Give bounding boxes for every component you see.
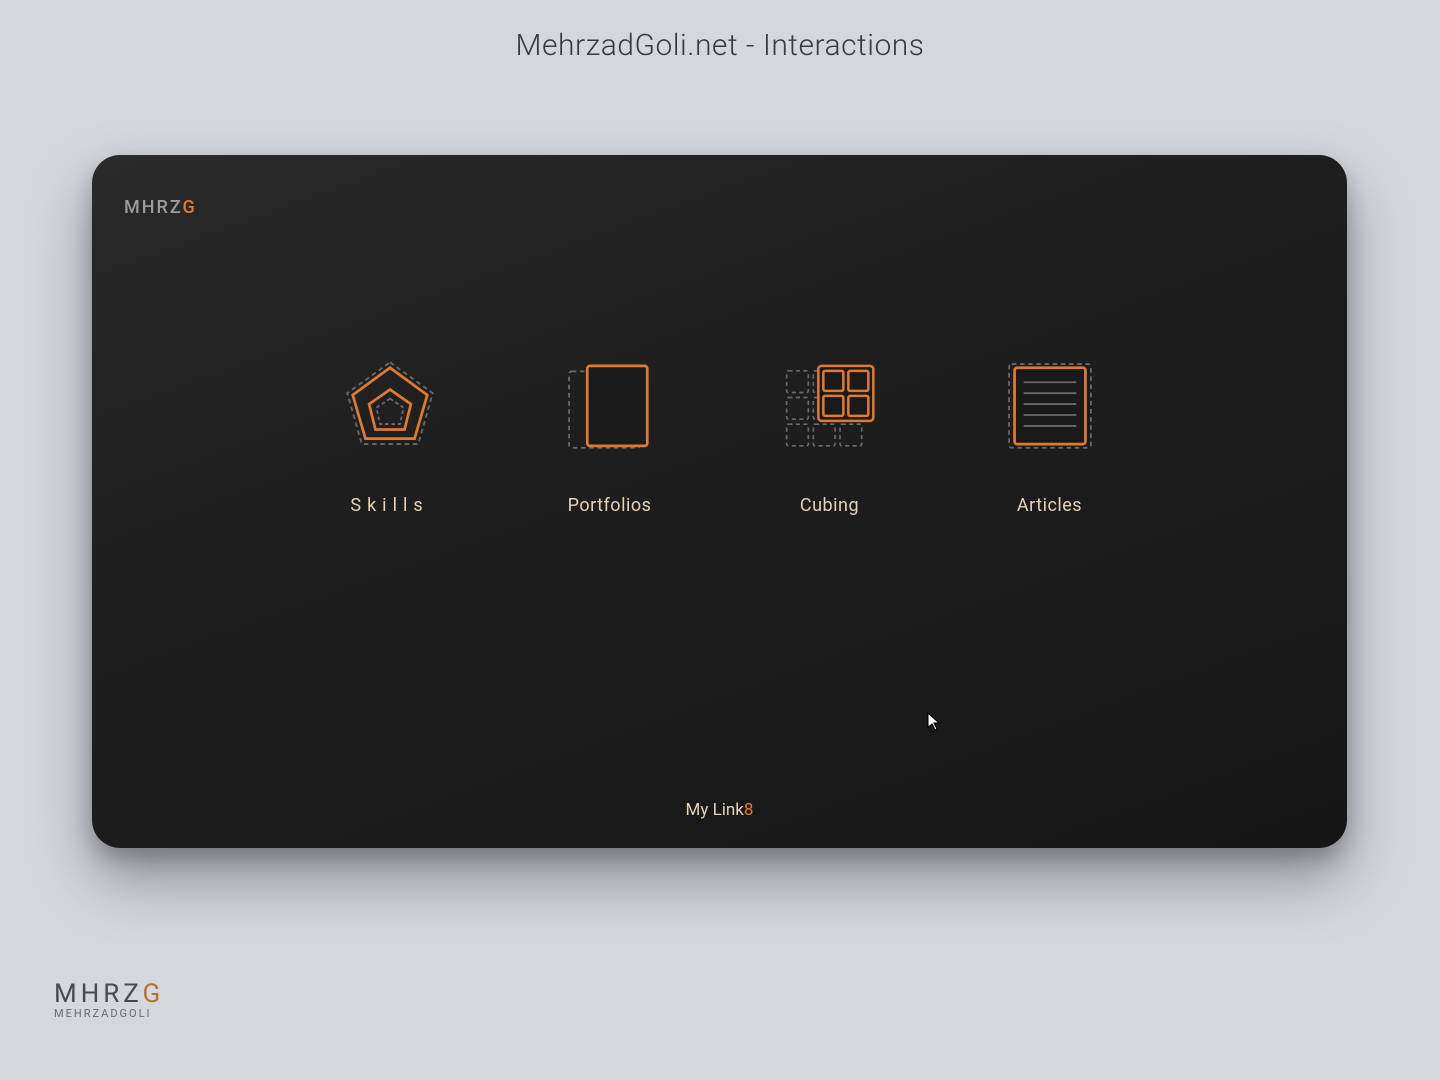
page-title: MehrzadGoli.net - Interactions [0, 0, 1440, 63]
brand-footer: MHRZG MEHRZADGOLI [54, 979, 164, 1020]
footer-link-accent: 8 [744, 800, 754, 820]
document-icon [1000, 355, 1100, 455]
card-cubing[interactable]: Cubing [780, 355, 880, 516]
logo-accent: G [182, 197, 196, 218]
card-skills-label: Skills [350, 495, 428, 516]
brand-big-accent: G [143, 979, 165, 1009]
card-articles[interactable]: Articles [1000, 355, 1100, 516]
card-portfolios-label: Portfolios [568, 495, 652, 516]
app-window: MHRZG Skills Portfolios [92, 155, 1347, 848]
brand-small: MEHRZADGOLI [54, 1007, 152, 1020]
card-skills[interactable]: Skills [340, 355, 440, 516]
card-cubing-label: Cubing [800, 495, 859, 516]
pentagon-icon [340, 355, 440, 455]
card-articles-label: Articles [1017, 495, 1082, 516]
logo-prefix: MHRZ [124, 197, 182, 218]
footer-link[interactable]: My Link8 [92, 800, 1347, 820]
footer-link-prefix: My Link [686, 800, 744, 820]
brand-big: MHRZG [54, 979, 164, 1009]
logo: MHRZG [124, 197, 197, 218]
grid-icon [780, 355, 880, 455]
brand-big-prefix: MHRZ [54, 979, 143, 1009]
card-portfolios[interactable]: Portfolios [560, 355, 660, 516]
cards-row: Skills Portfolios [92, 355, 1347, 516]
cursor-icon [927, 712, 941, 732]
stack-icon [560, 355, 660, 455]
